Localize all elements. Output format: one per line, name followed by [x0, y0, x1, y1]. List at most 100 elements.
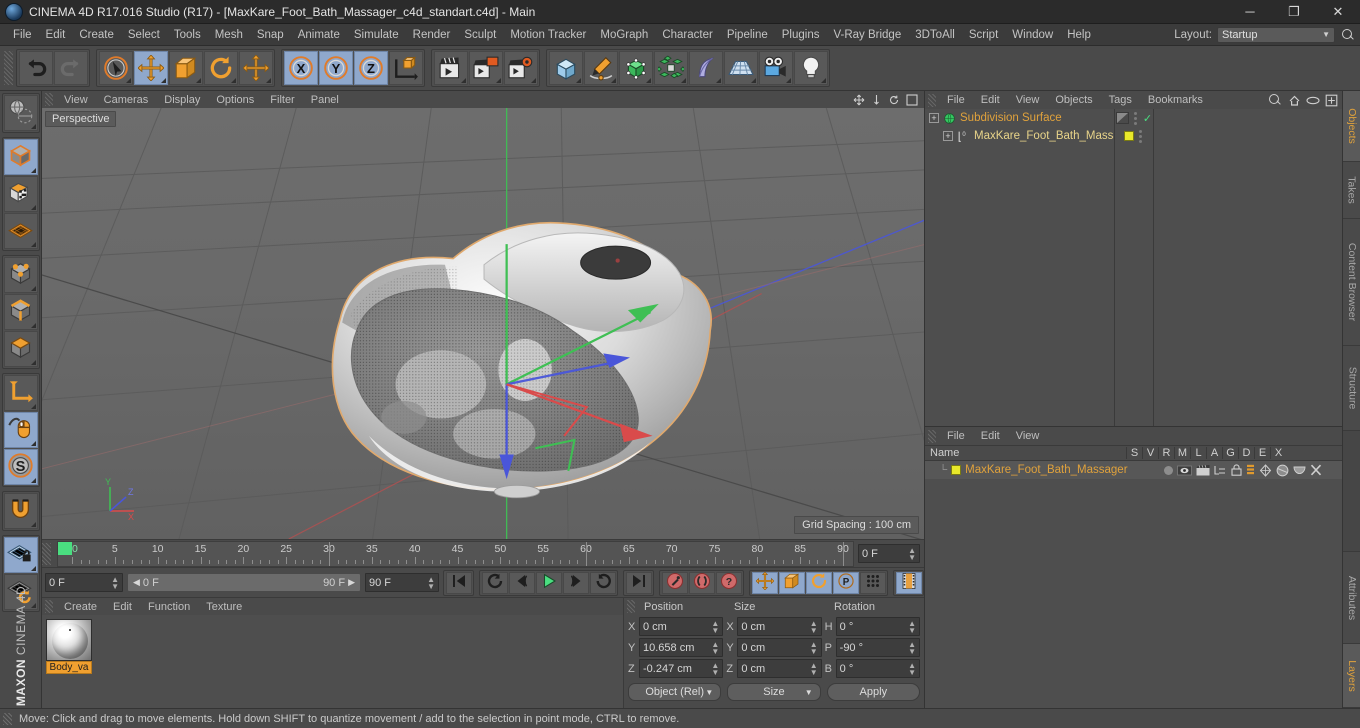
- current-frame-input[interactable]: 0 F ▲ ▼: [45, 573, 123, 592]
- range-right-arrow-icon[interactable]: ▶: [345, 577, 358, 588]
- size-0-input[interactable]: 0 cm ▲ ▼: [737, 617, 822, 636]
- object-menu-tags[interactable]: Tags: [1101, 93, 1140, 107]
- material-menu-edit[interactable]: Edit: [105, 600, 140, 614]
- home-icon[interactable]: [1288, 94, 1301, 107]
- add-deformer[interactable]: [688, 51, 723, 85]
- lock-z-axis[interactable]: Z: [353, 51, 388, 85]
- size-mode-dropdown[interactable]: Size ▼: [727, 683, 821, 701]
- material-item[interactable]: Body_va: [46, 619, 92, 674]
- lock-x-axis[interactable]: X: [283, 51, 318, 85]
- object-manager-empty-area[interactable]: [1154, 109, 1342, 426]
- vertical-tab-structure[interactable]: Structure: [1343, 346, 1360, 431]
- spinner-icon[interactable]: ▲ ▼: [810, 640, 818, 655]
- visible-eye-icon[interactable]: [1177, 465, 1192, 476]
- vertical-tab-content-browser[interactable]: Content Browser: [1343, 219, 1360, 346]
- maximize-button[interactable]: ❐: [1272, 0, 1316, 23]
- viewport-menu-view[interactable]: View: [56, 93, 96, 107]
- layer-menu-edit[interactable]: Edit: [973, 429, 1008, 443]
- spinner-icon[interactable]: ▲ ▼: [111, 575, 119, 590]
- undo-view-tool[interactable]: [3, 95, 38, 131]
- object-row[interactable]: + Subdivision Surface: [925, 109, 1114, 127]
- spinner-icon[interactable]: ▲ ▼: [810, 619, 818, 634]
- search-icon[interactable]: [1340, 27, 1356, 43]
- spinner-icon[interactable]: ▲ ▼: [711, 661, 719, 676]
- size-1-input[interactable]: 0 cm ▲ ▼: [737, 638, 822, 657]
- range-left-arrow-icon[interactable]: ◀: [130, 577, 143, 588]
- spinner-icon[interactable]: ▲ ▼: [810, 661, 818, 676]
- world-object-coordinates[interactable]: [388, 51, 423, 85]
- spinner-icon[interactable]: ▲ ▼: [908, 619, 916, 634]
- spinner-icon[interactable]: ▲ ▼: [908, 661, 916, 676]
- render-clapper-icon[interactable]: [1196, 464, 1210, 476]
- menu-create[interactable]: Create: [72, 27, 121, 43]
- previous-frame-button[interactable]: [508, 571, 535, 594]
- menu-tools[interactable]: Tools: [167, 27, 208, 43]
- add-generator[interactable]: [618, 51, 653, 85]
- coordinate-mode-dropdown[interactable]: Object (Rel) ▼: [628, 683, 722, 701]
- solo-dot-icon[interactable]: [1164, 465, 1173, 475]
- add-primitive-cube[interactable]: [548, 51, 583, 85]
- menu-script[interactable]: Script: [962, 27, 1005, 43]
- object-menu-file[interactable]: File: [939, 93, 973, 107]
- table-row[interactable]: └ MaxKare_Foot_Bath_Massager: [925, 461, 1342, 479]
- layer-column-v[interactable]: V: [1142, 447, 1158, 459]
- position-0-input[interactable]: 0 cm ▲ ▼: [639, 617, 724, 636]
- snap-magnet-tool[interactable]: [3, 493, 38, 529]
- menu-3dtoall[interactable]: 3DToAll: [908, 27, 962, 43]
- position-key-button[interactable]: [751, 571, 778, 594]
- fit-icon[interactable]: [1325, 94, 1338, 107]
- size-2-input[interactable]: 0 cm ▲ ▼: [737, 659, 822, 678]
- toolbar-grip[interactable]: [4, 51, 13, 85]
- material-menu-texture[interactable]: Texture: [198, 600, 250, 614]
- autokeying-button[interactable]: [688, 571, 715, 594]
- layer-menu-file[interactable]: File: [939, 429, 973, 443]
- vertical-tab-takes[interactable]: Takes: [1343, 162, 1360, 219]
- viewport-grip[interactable]: [45, 93, 53, 106]
- layer-column-a[interactable]: A: [1206, 447, 1222, 459]
- layer-column-s[interactable]: S: [1126, 447, 1142, 459]
- material-tag-yellow[interactable]: [1123, 131, 1134, 141]
- pan-view-icon[interactable]: [853, 94, 865, 106]
- preview-range-slider[interactable]: ◀ 0 F 90 F ▶: [127, 573, 361, 592]
- menu-mesh[interactable]: Mesh: [208, 27, 250, 43]
- timeline-frame-field[interactable]: 0 F ▲ ▼: [858, 544, 920, 563]
- viewport-menu-display[interactable]: Display: [156, 93, 208, 107]
- add-mograph[interactable]: [653, 51, 688, 85]
- menu-plugins[interactable]: Plugins: [775, 27, 827, 43]
- parameter-key-button[interactable]: P: [832, 571, 859, 594]
- coordinates-grip[interactable]: [627, 600, 635, 613]
- keyframe-selection-button[interactable]: ?: [715, 571, 742, 594]
- polygons-mode-tool[interactable]: [3, 331, 38, 367]
- undo-button[interactable]: [18, 51, 53, 85]
- timeline-toggle-button[interactable]: [895, 571, 922, 594]
- manager-tree-icon[interactable]: [1214, 465, 1227, 476]
- rotation-0-input[interactable]: 0 ° ▲ ▼: [835, 617, 920, 636]
- axis-move-tool[interactable]: [238, 51, 273, 85]
- record-keyframe-button[interactable]: [661, 571, 688, 594]
- layer-column-d[interactable]: D: [1238, 447, 1254, 459]
- live-selection-tool[interactable]: [98, 51, 133, 85]
- layer-column-r[interactable]: R: [1158, 447, 1174, 459]
- menu-mograph[interactable]: MoGraph: [593, 27, 655, 43]
- object-tree-body[interactable]: + Subdivision Surface +0 MaxKare_Foot_Bath_…: [925, 109, 1342, 426]
- close-button[interactable]: ✕: [1316, 0, 1360, 23]
- menu-select[interactable]: Select: [121, 27, 167, 43]
- eye-icon[interactable]: [1306, 95, 1320, 106]
- render-settings-button[interactable]: [503, 51, 538, 85]
- add-environment[interactable]: [723, 51, 758, 85]
- display-tag-icon[interactable]: [1115, 112, 1129, 124]
- soft-selection-tool[interactable]: S: [3, 449, 38, 485]
- add-light[interactable]: [793, 51, 828, 85]
- menu-help[interactable]: Help: [1060, 27, 1098, 43]
- minimize-button[interactable]: ─: [1228, 0, 1272, 23]
- render-to-picture-viewer-button[interactable]: [468, 51, 503, 85]
- layout-dropdown[interactable]: Startup ▼: [1217, 26, 1335, 43]
- material-grip[interactable]: [45, 600, 53, 613]
- vertical-tab-objects[interactable]: Objects: [1343, 91, 1360, 162]
- object-row[interactable]: +0 MaxKare_Foot_Bath_Massager: [925, 127, 1136, 145]
- play-button[interactable]: [535, 571, 562, 594]
- viewport-menu-panel[interactable]: Panel: [303, 93, 347, 107]
- menu-file[interactable]: File: [6, 27, 39, 43]
- object-menu-objects[interactable]: Objects: [1047, 93, 1100, 107]
- object-menu-edit[interactable]: Edit: [973, 93, 1008, 107]
